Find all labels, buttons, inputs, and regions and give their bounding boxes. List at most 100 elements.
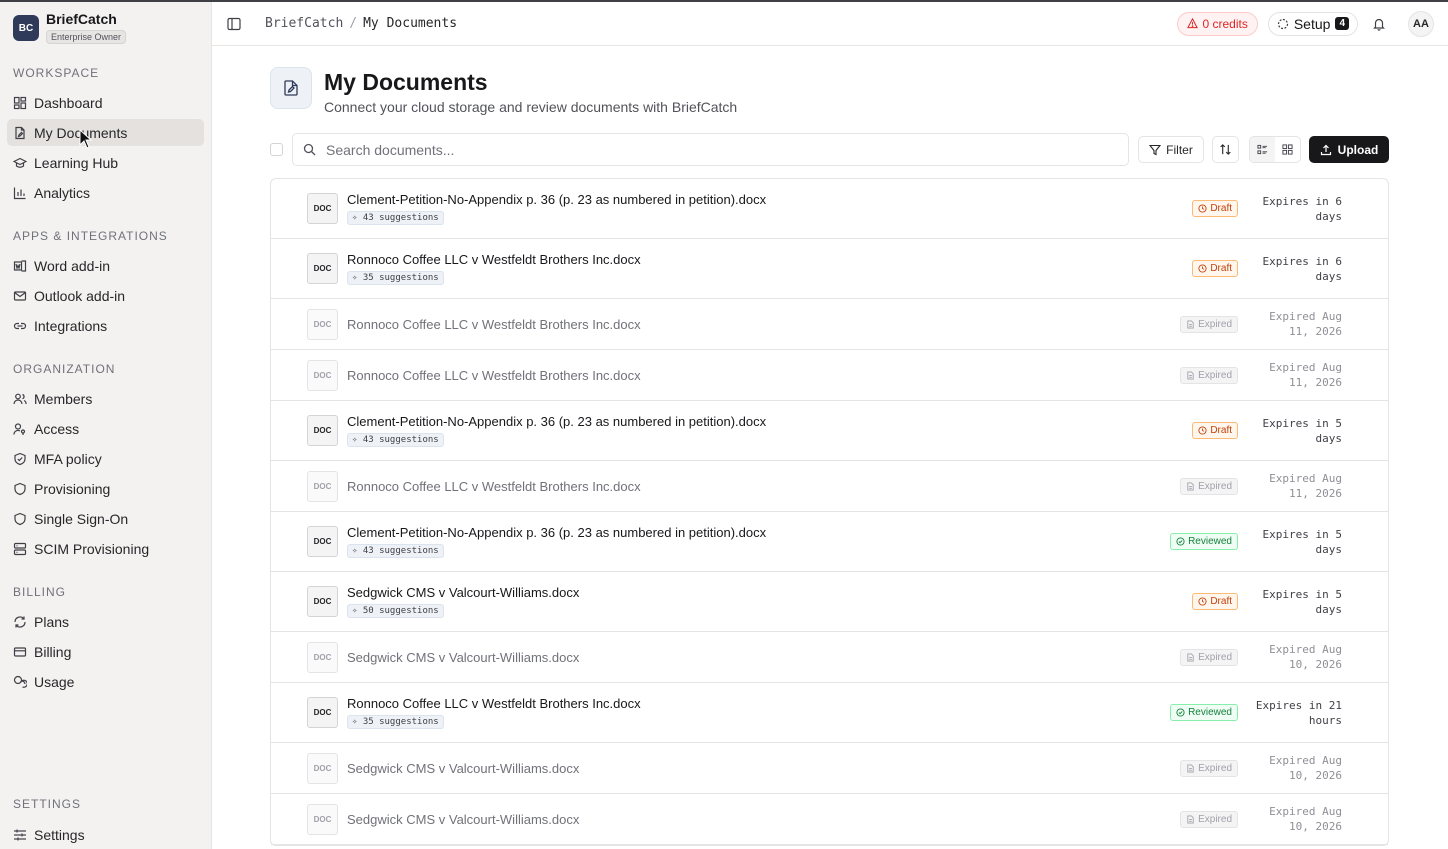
sidebar-item-integrations[interactable]: Integrations: [7, 312, 204, 339]
check-circle-icon: [1176, 708, 1185, 717]
status-label: Reviewed: [1188, 536, 1232, 547]
sidebar-item-learning-hub[interactable]: Learning Hub: [7, 149, 204, 176]
doc-file-icon: DOC: [307, 803, 338, 835]
setup-button[interactable]: Setup 4: [1267, 11, 1358, 36]
document-row[interactable]: DOC Sedgwick CMS v Valcourt-Williams.docx…: [271, 572, 1388, 632]
sidebar-item-label: Usage: [34, 673, 75, 690]
shield-icon: [14, 482, 26, 495]
list-view-button[interactable]: [1250, 137, 1275, 162]
doc-file-icon: DOC: [307, 359, 338, 391]
document-row[interactable]: DOC Clement-Petition-No-Appendix p. 36 (p…: [271, 179, 1388, 239]
credits-badge[interactable]: 0 credits: [1177, 11, 1258, 36]
shield-check-icon: [14, 452, 26, 465]
doc-file-icon: DOC: [307, 193, 338, 224]
sidebar-toggle-icon[interactable]: [227, 17, 241, 31]
sidebar-item-dashboard[interactable]: Dashboard: [7, 89, 204, 116]
expiry-line: Expires in 5: [1262, 416, 1342, 430]
document-info: Ronnoco Coffee LLC v Westfeldt Brothers …: [347, 252, 641, 285]
expiry-text: Expired Aug 11, 2026: [1238, 309, 1342, 339]
archive-icon: [1187, 814, 1194, 824]
doc-file-icon: DOC: [307, 308, 338, 340]
page-subtitle: Connect your cloud storage and review do…: [324, 99, 738, 115]
sidebar-item-scim-provisioning[interactable]: SCIM Provisioning: [7, 535, 204, 562]
refresh-icon: [14, 615, 26, 628]
graduation-cap-icon: [13, 157, 27, 168]
expiry-text: Expired Aug 11, 2026: [1238, 360, 1342, 390]
user-key-icon: [13, 422, 26, 435]
sidebar-item-single-sign-on[interactable]: Single Sign-On: [7, 505, 204, 532]
sort-button[interactable]: [1212, 136, 1239, 163]
sidebar-item-outlook-add-in[interactable]: Outlook add-in: [7, 282, 204, 309]
document-name[interactable]: Ronnoco Coffee LLC v Westfeldt Brothers …: [347, 317, 641, 332]
sidebar-item-provisioning[interactable]: Provisioning: [7, 475, 204, 502]
expiry-line: Expired Aug: [1269, 643, 1342, 656]
document-name[interactable]: Ronnoco Coffee LLC v Westfeldt Brothers …: [347, 368, 641, 383]
expiry-text: Expired Aug 10, 2026: [1238, 753, 1342, 783]
document-name[interactable]: Sedgwick CMS v Valcourt-Williams.docx: [347, 585, 579, 600]
document-row[interactable]: DOC Ronnoco Coffee LLC v Westfeldt Brothe…: [271, 299, 1388, 350]
brand-switcher[interactable]: BC BriefCatch Enterprise Owner: [0, 2, 211, 46]
sidebar-item-analytics[interactable]: Analytics: [7, 179, 204, 206]
document-row[interactable]: DOC Ronnoco Coffee LLC v Westfeldt Brothe…: [271, 350, 1388, 401]
breadcrumb-root[interactable]: BriefCatch: [265, 16, 343, 31]
status-badge: Expired: [1180, 366, 1238, 384]
sidebar-section-organization: ORGANIZATION: [13, 362, 116, 376]
document-row[interactable]: DOC Sedgwick CMS v Valcourt-Williams.docx…: [271, 632, 1388, 683]
document-row[interactable]: DOC Clement-Petition-No-Appendix p. 36 (p…: [271, 401, 1388, 461]
doc-file-icon: DOC: [307, 641, 338, 673]
sidebar-item-plans[interactable]: Plans: [7, 608, 204, 635]
document-name[interactable]: Sedgwick CMS v Valcourt-Williams.docx: [347, 812, 579, 827]
expiry-line: days: [1315, 542, 1343, 556]
document-row[interactable]: DOC Sedgwick CMS v Valcourt-Williams.docx…: [271, 794, 1388, 845]
breadcrumb-separator: /: [349, 16, 358, 31]
users-icon: [13, 393, 27, 404]
sidebar-item-mfa-policy[interactable]: MFA policy: [7, 445, 204, 472]
link-icon: [13, 322, 27, 329]
expiry-line: Expires in 6: [1262, 194, 1342, 208]
status-badge: Expired: [1180, 315, 1238, 333]
bell-icon[interactable]: [1372, 17, 1386, 31]
expiry-line: 10, 2026: [1289, 820, 1342, 833]
sidebar-item-members[interactable]: Members: [7, 385, 204, 412]
sidebar-item-my-documents[interactable]: My Documents: [7, 119, 204, 146]
document-row[interactable]: DOC Ronnoco Coffee LLC v Westfeldt Brothe…: [271, 239, 1388, 299]
suggestions-badge: ✧ 35 suggestions: [347, 715, 444, 729]
expiry-line: Expired Aug: [1269, 310, 1342, 323]
document-name[interactable]: Ronnoco Coffee LLC v Westfeldt Brothers …: [347, 696, 641, 711]
document-row[interactable]: DOC Sedgwick CMS v Valcourt-Williams.docx…: [271, 743, 1388, 794]
credit-card-icon: [13, 646, 27, 657]
document-name[interactable]: Clement-Petition-No-Appendix p. 36 (p. 2…: [347, 525, 766, 540]
search-box: [292, 133, 1129, 166]
document-name[interactable]: Ronnoco Coffee LLC v Westfeldt Brothers …: [347, 252, 641, 267]
document-name[interactable]: Clement-Petition-No-Appendix p. 36 (p. 2…: [347, 192, 766, 207]
filter-button[interactable]: Filter: [1138, 136, 1204, 163]
document-name[interactable]: Ronnoco Coffee LLC v Westfeldt Brothers …: [347, 479, 641, 494]
select-all-checkbox[interactable]: [270, 143, 283, 156]
document-name[interactable]: Clement-Petition-No-Appendix p. 36 (p. 2…: [347, 414, 766, 429]
sidebar-nav: WORKSPACE Dashboard My Documents Learning H…: [0, 66, 211, 695]
sidebar-item-access[interactable]: Access: [7, 415, 204, 442]
sidebar-item-settings[interactable]: Settings: [7, 821, 204, 848]
document-name[interactable]: Sedgwick CMS v Valcourt-Williams.docx: [347, 650, 579, 665]
search-input[interactable]: [326, 141, 1118, 158]
sidebar-item-label: Members: [34, 390, 93, 407]
status-label: Expired: [1198, 651, 1232, 663]
upload-button[interactable]: Upload: [1309, 136, 1389, 163]
doc-file-icon: DOC: [307, 253, 338, 284]
document-row[interactable]: DOC Clement-Petition-No-Appendix p. 36 (p…: [271, 512, 1388, 572]
grid-view-button[interactable]: [1275, 137, 1300, 162]
sort-arrows-icon: [1220, 144, 1231, 155]
document-info: Clement-Petition-No-Appendix p. 36 (p. 2…: [347, 414, 766, 447]
avatar[interactable]: AA: [1408, 10, 1434, 37]
document-row[interactable]: DOC Ronnoco Coffee LLC v Westfeldt Brothe…: [271, 683, 1388, 743]
sidebar-item-usage[interactable]: Usage: [7, 668, 204, 695]
sidebar-item-word-add-in[interactable]: Word add-in: [7, 252, 204, 279]
document-name[interactable]: Sedgwick CMS v Valcourt-Williams.docx: [347, 761, 579, 776]
suggestions-badge: ✧ 50 suggestions: [347, 604, 444, 618]
status-badge: Expired: [1180, 477, 1238, 495]
document-row[interactable]: DOC Ronnoco Coffee LLC v Westfeldt Brothe…: [271, 461, 1388, 512]
sidebar-item-billing[interactable]: Billing: [7, 638, 204, 665]
clock-icon: [1198, 204, 1207, 213]
status-label: Expired: [1198, 813, 1232, 825]
clock-icon: [1198, 597, 1207, 606]
